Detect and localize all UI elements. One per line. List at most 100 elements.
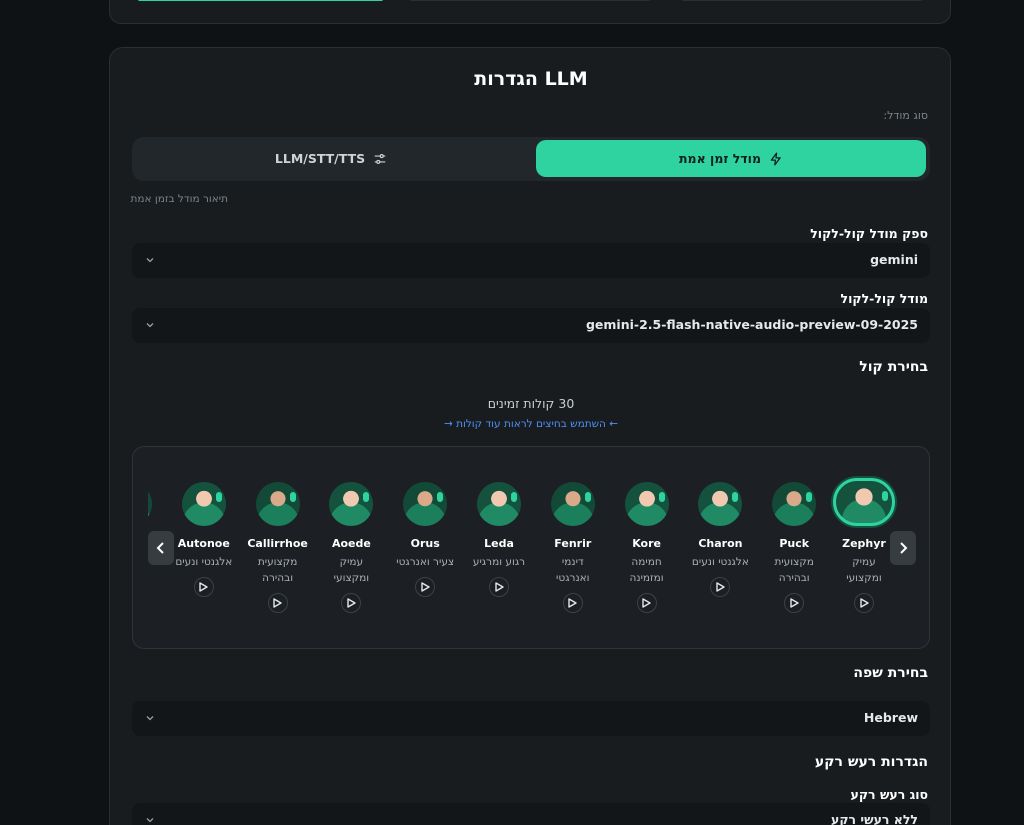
carousel-next-button[interactable] — [890, 531, 916, 565]
voice-name: Leda — [484, 537, 514, 550]
voice-description: עמיק ומקצועי — [315, 554, 387, 586]
voice-avatar — [255, 482, 300, 526]
carousel-prev-button[interactable] — [148, 531, 174, 565]
llm-settings-card: הגדרות LLM סוג מודל: מודל זמן אמת LLM/ST… — [109, 47, 951, 825]
voice-description: רגוע ומרגיע — [463, 554, 535, 570]
language-section-title: בחירת שפה — [853, 665, 928, 681]
previous-card-divider — [410, 0, 650, 1]
voice-description-line: ומקצועי — [846, 572, 882, 584]
voice-avatar — [403, 482, 448, 526]
voice-play-button[interactable] — [636, 593, 657, 613]
voice-description-line: עמיק — [339, 556, 364, 568]
provider-label: ספק מודל קול-לקול — [810, 226, 928, 241]
voice-card[interactable]: Puck מקצועית ובהירה — [758, 482, 830, 613]
voice-avatar — [772, 482, 817, 526]
chevron-down-icon — [146, 258, 154, 263]
voice-play-button[interactable] — [267, 593, 288, 613]
voice-card[interactable]: Callirrhoe מקצועית ובהירה — [242, 482, 314, 613]
voice-description: אלגנטי ונעים — [684, 554, 756, 570]
voice-description-line: ומזמינה — [629, 572, 664, 584]
lightning-icon — [770, 152, 781, 165]
voice-play-button[interactable] — [710, 577, 731, 597]
voice-description-line: דינמי — [561, 556, 584, 568]
voice-play-button[interactable] — [489, 577, 509, 597]
model-type-label: סוג מודל: — [883, 109, 928, 122]
play-icon — [494, 582, 504, 592]
voice-play-button[interactable] — [854, 593, 874, 613]
noise-type-select[interactable]: ללא רעשי רקע — [132, 803, 930, 825]
voice-play-button[interactable] — [341, 593, 362, 613]
realtime-model-option[interactable]: מודל זמן אמת — [536, 140, 926, 177]
play-icon — [859, 598, 869, 608]
voice-description-line: חמימה — [631, 556, 662, 568]
voice-description-line: ומקצועי — [333, 572, 370, 584]
voice-name: Aoede — [331, 537, 371, 550]
voice-track: Zephyr עמיק ומקצועי Puck מקצועית ובהירה Charon… — [148, 447, 914, 648]
chevron-down-icon — [146, 716, 154, 721]
chevron-down-icon — [146, 818, 154, 823]
provider-select[interactable]: gemini — [132, 243, 930, 278]
voice-card[interactable]: Orus צעיר ואנרגטי — [389, 482, 461, 597]
voice-description-line: מקצועית — [257, 556, 298, 568]
voice-section-title: בחירת קול — [859, 359, 928, 375]
voice-play-button[interactable] — [562, 593, 583, 613]
play-icon — [273, 598, 282, 608]
voice-avatar — [550, 482, 595, 526]
voice-description-line: ובהירה — [778, 572, 810, 584]
voice-avatar — [148, 482, 152, 526]
voice-description-line: ואנרגטי — [556, 572, 590, 584]
voice-card[interactable]: Autonoe אלגנטי ונעים — [168, 482, 240, 597]
play-icon — [642, 598, 651, 608]
voice-play-button[interactable] — [415, 577, 436, 597]
voice-description: מקצועית ובהירה — [758, 554, 830, 586]
sliders-icon — [374, 153, 386, 164]
voice-card[interactable]: Aoede עמיק ומקצועי — [315, 482, 387, 613]
voice-card[interactable]: Fenrir דינמי ואנרגטי — [537, 482, 609, 613]
voice-count: 30 קולות זמינים — [487, 396, 575, 411]
voice-name: Kore — [632, 537, 661, 550]
voice-name: Puck — [779, 537, 810, 550]
model-type-toggle: מודל זמן אמת LLM/STT/TTS — [132, 137, 930, 181]
voice-description-line: צעיר ואנרגטי — [396, 556, 455, 568]
noise-type-label: סוג רעש רקע — [850, 787, 928, 802]
play-icon — [716, 582, 725, 592]
language-select[interactable]: Hebrew — [132, 701, 930, 736]
voice-description-line: ובהירה — [262, 572, 294, 584]
voice-avatar — [477, 482, 521, 526]
card-title: הגדרות LLM — [474, 68, 588, 90]
voice-play-button[interactable] — [193, 577, 214, 597]
voice-name: Charon — [698, 537, 743, 550]
chevron-down-icon — [146, 323, 154, 328]
previous-card-accent-bar — [138, 0, 383, 1]
voice-description: חמימה ומזמינה — [611, 554, 683, 586]
voice-card[interactable]: Charon אלגנטי ונעים — [684, 482, 756, 597]
play-icon — [420, 582, 430, 592]
previous-card — [109, 0, 951, 24]
chevron-right-icon — [900, 542, 908, 554]
voice-card[interactable]: Kore חמימה ומזמינה — [611, 482, 683, 613]
model-select[interactable]: gemini-2.5-flash-native-audio-preview-09… — [132, 308, 930, 343]
noise-section-title: הגדרות רעש רקע — [814, 754, 928, 770]
voice-avatar — [329, 482, 374, 526]
voice-avatar — [181, 482, 226, 526]
play-icon — [568, 598, 577, 608]
voice-avatar — [624, 482, 669, 526]
provider-value: gemini — [870, 252, 918, 267]
voice-description: צעיר ואנרגטי — [389, 554, 461, 570]
model-value: gemini-2.5-flash-native-audio-preview-09… — [585, 317, 918, 332]
voice-carousel: Zephyr עמיק ומקצועי Puck מקצועית ובהירה Charon… — [132, 446, 930, 649]
play-icon — [789, 598, 799, 608]
noise-type-value: ללא רעשי רקע — [831, 812, 918, 825]
voice-description: אלגנטי ונעים — [168, 554, 240, 570]
voice-description-line: ומזו — [148, 570, 166, 586]
play-icon — [199, 582, 208, 592]
voice-description: מקצועית ובהירה — [242, 554, 314, 586]
voice-play-button[interactable] — [784, 593, 805, 613]
chevron-left-icon — [156, 542, 164, 554]
voice-avatar — [833, 478, 895, 526]
voice-name: Fenrir — [554, 537, 592, 550]
voice-description-line: אלגנטי ונעים — [175, 556, 233, 568]
pipeline-model-option[interactable]: LLM/STT/TTS — [136, 140, 526, 177]
voice-card[interactable]: Leda רגוע ומרגיע — [463, 482, 535, 597]
voice-avatar — [698, 482, 743, 526]
